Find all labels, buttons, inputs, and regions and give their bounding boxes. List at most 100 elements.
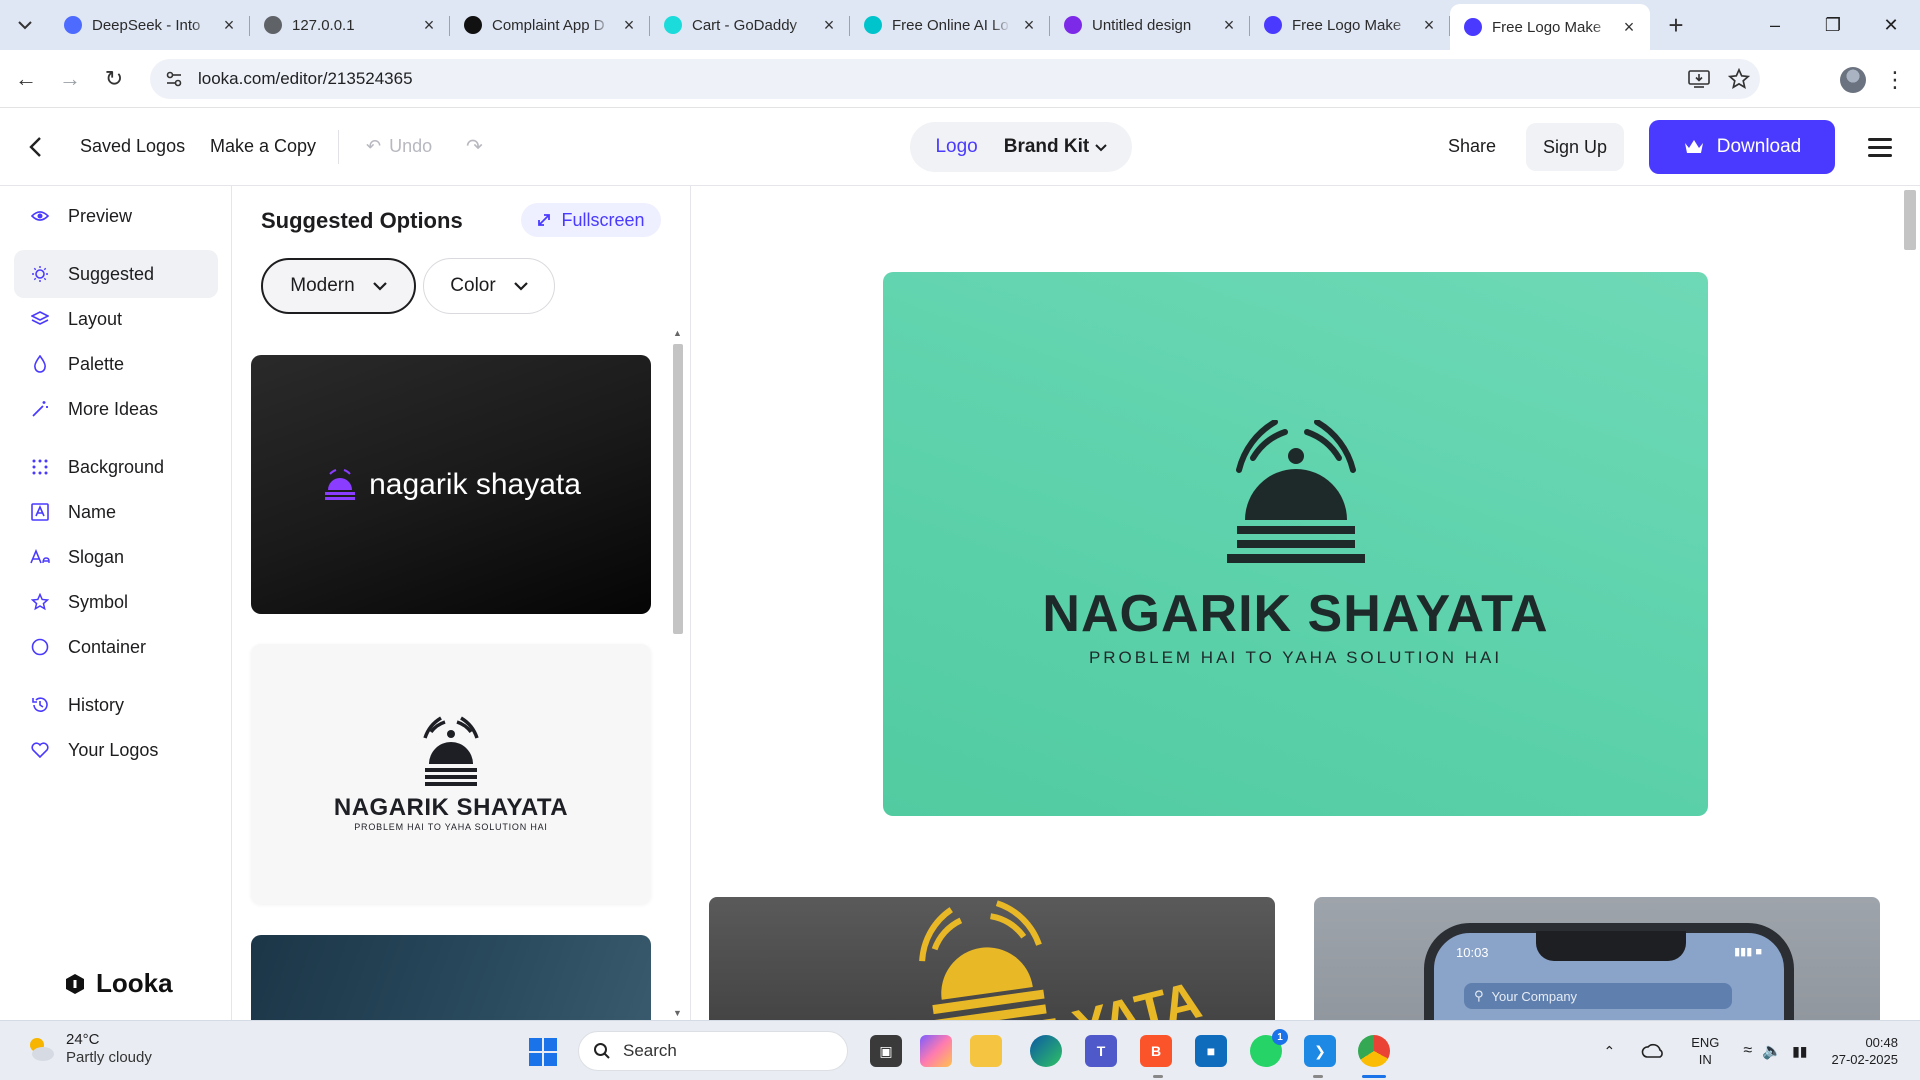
site-info-icon[interactable] (162, 67, 186, 91)
sidebar-item-suggested[interactable]: Suggested (14, 250, 218, 298)
logo-preview[interactable]: NAGARIK SHAYATA PROBLEM HAI TO YAHA SOLU… (883, 272, 1708, 816)
suggestion-card-dark[interactable]: nagarik shayata (251, 355, 651, 614)
windows-start-icon[interactable] (528, 1037, 558, 1067)
fullscreen-button[interactable]: Fullscreen (521, 203, 661, 237)
forward-button[interactable]: → (52, 61, 88, 97)
scroll-up-arrow-icon[interactable]: ▲ (673, 328, 682, 338)
sidebar-item-container[interactable]: Container (14, 623, 218, 671)
reload-button[interactable]: ↻ (96, 61, 132, 97)
sidebar-item-background[interactable]: Background (14, 443, 218, 491)
suggestion-card-light[interactable]: NAGARIK SHAYATA PROBLEM HAI TO YAHA SOLU… (251, 644, 651, 904)
partly-cloudy-icon (30, 1038, 54, 1061)
close-window-button[interactable]: ✕ (1862, 0, 1920, 50)
input-language[interactable]: ENG IN (1691, 1034, 1719, 1068)
edge-icon[interactable] (1030, 1035, 1062, 1067)
scrollbar-thumb[interactable] (673, 344, 683, 634)
browser-tab[interactable]: Free Online AI Lo × (850, 4, 1050, 46)
wifi-icon[interactable]: ≈ (1743, 1042, 1752, 1060)
tab-search-button[interactable] (0, 0, 50, 50)
sidebar-item-preview[interactable]: Preview (14, 192, 218, 240)
main-scrollbar[interactable] (1898, 186, 1920, 1020)
scroll-down-arrow-icon[interactable]: ▼ (673, 1008, 682, 1018)
sidebar-item-symbol[interactable]: Symbol (14, 578, 218, 626)
logo-name: NAGARIK SHAYATA (1042, 585, 1549, 643)
install-app-icon[interactable] (1688, 69, 1710, 89)
task-view-icon[interactable]: ▣ (870, 1035, 902, 1067)
sidebar-item-slogan[interactable]: Slogan (14, 533, 218, 581)
tab-brand-kit[interactable]: Brand Kit (1004, 136, 1107, 158)
sidebar-item-label: Symbol (68, 591, 129, 612)
tab-close-icon[interactable]: × (220, 15, 238, 36)
browser-tab[interactable]: 127.0.0.1 × (250, 4, 450, 46)
style-filter-dropdown[interactable]: Modern (261, 258, 416, 314)
tab-close-icon[interactable]: × (1620, 17, 1638, 38)
layers-icon (30, 310, 50, 328)
clock-date: 27-02-2025 (1831, 1052, 1899, 1067)
battery-icon[interactable]: ▮▮ (1792, 1043, 1807, 1060)
undo-button[interactable]: ↶ Undo (366, 136, 432, 157)
language-code: ENG (1691, 1035, 1720, 1050)
weather-widget[interactable]: 24°C Partly cloudy (24, 1031, 152, 1067)
sign-up-button[interactable]: Sign Up (1526, 123, 1624, 171)
restore-button[interactable]: ❐ (1804, 0, 1862, 50)
tab-close-icon[interactable]: × (620, 15, 638, 36)
sidebar-item-palette[interactable]: Palette (14, 340, 218, 388)
minimize-button[interactable]: – (1746, 0, 1804, 50)
file-explorer-icon[interactable] (970, 1035, 1002, 1067)
redo-icon[interactable]: ↷ (466, 134, 483, 159)
vscode-icon[interactable]: ❯ (1304, 1035, 1336, 1067)
taskbar-search[interactable]: Search (578, 1031, 848, 1071)
color-filter-dropdown[interactable]: Color (423, 258, 555, 314)
teams-icon[interactable]: T (1085, 1035, 1117, 1067)
url-text[interactable]: looka.com/editor/213524365 (198, 69, 413, 89)
browser-tab[interactable]: Untitled design × (1050, 4, 1250, 46)
show-hidden-icons-icon[interactable]: ⌃ (1603, 1043, 1615, 1060)
preview-canvas: NAGARIK SHAYATA PROBLEM HAI TO YAHA SOLU… (691, 186, 1920, 1020)
sidebar-item-history[interactable]: History (14, 681, 218, 729)
panel-scrollbar[interactable]: ▲ ▼ (670, 328, 686, 1020)
download-button[interactable]: Download (1649, 120, 1835, 174)
tab-close-icon[interactable]: × (1220, 15, 1238, 36)
browser-tab[interactable]: Free Logo Make × (1250, 4, 1450, 46)
new-tab-button[interactable]: + (1656, 5, 1696, 45)
tab-close-icon[interactable]: × (820, 15, 838, 36)
phone-notch (1536, 931, 1686, 961)
tab-logo[interactable]: Logo (935, 136, 977, 158)
browser-tab[interactable]: Cart - GoDaddy × (650, 4, 850, 46)
browser-tab[interactable]: DeepSeek - Into × (50, 4, 250, 46)
browser-tab[interactable]: Free Logo Make × (1450, 4, 1650, 50)
onedrive-cloud-icon[interactable] (1641, 1043, 1665, 1059)
sidebar-item-layout[interactable]: Layout (14, 295, 218, 343)
brave-icon[interactable]: B (1140, 1035, 1172, 1067)
sidebar-item-more-ideas[interactable]: More Ideas (14, 385, 218, 433)
back-chevron-icon[interactable] (28, 134, 42, 165)
tab-close-icon[interactable]: × (1420, 15, 1438, 36)
running-indicator (1153, 1075, 1163, 1078)
bookmark-star-icon[interactable] (1728, 68, 1750, 90)
mockup-embossed-card[interactable]: YATA (709, 897, 1275, 1020)
make-copy-link[interactable]: Make a Copy (210, 136, 316, 157)
browser-menu-icon[interactable]: ⋮ (1884, 67, 1906, 93)
chrome-icon[interactable] (1358, 1035, 1390, 1067)
app-menu-icon[interactable] (1868, 132, 1892, 162)
whatsapp-icon[interactable]: 1 (1250, 1029, 1288, 1067)
tab-close-icon[interactable]: × (420, 15, 438, 36)
tab-close-icon[interactable]: × (1020, 15, 1038, 36)
microsoft-store-icon[interactable]: ■ (1195, 1035, 1227, 1067)
volume-icon[interactable]: 🔈 (1762, 1041, 1782, 1061)
editor-header: Saved Logos Make a Copy ↶ Undo ↷ Logo Br… (0, 108, 1920, 186)
back-button[interactable]: ← (8, 61, 44, 97)
copilot-icon[interactable] (920, 1035, 952, 1067)
scrollbar-thumb[interactable] (1904, 190, 1916, 250)
sidebar-item-name[interactable]: Name (14, 488, 218, 536)
sidebar-item-your-logos[interactable]: Your Logos (14, 726, 218, 774)
suggestion-card-navy[interactable] (251, 935, 651, 1020)
clock[interactable]: 00:48 27-02-2025 (1832, 1034, 1899, 1068)
profile-avatar[interactable] (1840, 67, 1866, 93)
mockup-phone[interactable]: 10:03 ▮▮▮ ■ ⚲ Your Company (1314, 897, 1880, 1020)
omnibox[interactable]: looka.com/editor/213524365 (150, 59, 1760, 99)
saved-logos-link[interactable]: Saved Logos (80, 136, 185, 157)
browser-tab[interactable]: Complaint App D × (450, 4, 650, 46)
share-button[interactable]: Share (1448, 136, 1496, 157)
chevron-down-icon (513, 281, 528, 291)
